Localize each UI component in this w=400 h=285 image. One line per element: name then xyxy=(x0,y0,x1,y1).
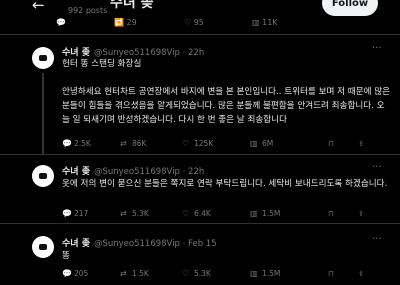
share-icon[interactable]: ⇪ xyxy=(358,209,364,218)
heart-icon: ♡ xyxy=(182,269,190,278)
views-button[interactable]: ▥ 1.5M xyxy=(250,209,280,218)
tweet-actions: 💬 2.5K ⇄ 86K ♡ 125K ▥ 6M ⊓ ⇪ xyxy=(62,139,392,151)
avatar[interactable] xyxy=(32,165,54,187)
share-icon[interactable]: ⇪ xyxy=(358,269,364,278)
bookmark-icon[interactable]: ⊓ xyxy=(328,139,334,148)
reply-icon: 💬 xyxy=(62,269,72,278)
profile-header: ← 수녀 좆 992 posts Follow 💬 🔁 29 ♡ 95 ▥ 11… xyxy=(0,0,400,35)
views-icon: ▥ xyxy=(250,139,258,148)
views-button[interactable]: ▥ 6M xyxy=(250,139,273,148)
tweet[interactable]: 수녀 좆 @Sunyeo511698Vip · 22h ··· 헌터 똥 스탠딩 … xyxy=(0,35,400,155)
retweet-icon[interactable]: 🔁 29 xyxy=(114,18,137,27)
more-icon[interactable]: ··· xyxy=(372,234,382,245)
views-icon[interactable]: ▥ 11K xyxy=(252,18,278,27)
reply-button[interactable]: 💬 2.5K xyxy=(62,139,91,148)
like-button[interactable]: ♡ 5.3K xyxy=(182,269,211,278)
views-button[interactable]: ▥ 1.5M xyxy=(250,269,280,278)
retweet-icon: ⇄ xyxy=(120,269,127,278)
tweet-actions: 💬 217 ⇄ 5.3K ♡ 6.4K ▥ 1.5M ⊓ ⇪ xyxy=(62,209,392,221)
views-icon: ▥ xyxy=(250,209,258,218)
like-button[interactable]: ♡ 125K xyxy=(182,139,213,148)
post-count: 992 posts xyxy=(68,6,108,15)
retweet-icon: ⇄ xyxy=(120,209,127,218)
more-icon[interactable]: ··· xyxy=(372,162,382,173)
more-icon[interactable]: ··· xyxy=(372,43,382,54)
follow-button[interactable]: Follow xyxy=(322,0,378,16)
tweet-meta: 수녀 좆 @Sunyeo511698Vip · 22h xyxy=(62,164,204,177)
tweet-meta: 수녀 좆 @Sunyeo511698Vip · Feb 15 xyxy=(62,236,217,249)
reply-icon: 💬 xyxy=(62,209,72,218)
back-arrow-icon[interactable]: ← xyxy=(32,0,45,14)
author-handle[interactable]: @Sunyeo511698Vip · 22h xyxy=(94,167,204,177)
tweet[interactable]: 수녀 좆 @Sunyeo511698Vip · 22h ··· 옷에 저의 변이 … xyxy=(0,155,400,224)
bookmark-icon[interactable]: ⊓ xyxy=(328,269,334,278)
reply-icon: 💬 xyxy=(62,139,72,148)
share-icon[interactable]: ⇪ xyxy=(358,139,364,148)
bookmark-icon[interactable]: ⊓ xyxy=(328,209,334,218)
tweet-text: 옷에 저의 변이 묻으신 분들은 쪽지로 연락 부탁드립니다. 세탁비 보내드리… xyxy=(62,179,388,189)
author-name[interactable]: 수녀 좆 xyxy=(62,239,90,249)
tweet-text: 헌터 똥 스탠딩 화장실 안녕하세요 헌터차트 공연장에서 바지에 변을 본 본… xyxy=(62,59,391,125)
like-button[interactable]: ♡ 6.4K xyxy=(182,209,211,218)
author-handle[interactable]: @Sunyeo511698Vip · Feb 15 xyxy=(94,239,217,249)
retweet-button[interactable]: ⇄ 86K xyxy=(120,139,146,148)
tweet[interactable]: 수녀 좆 @Sunyeo511698Vip · Feb 15 ··· 똥 💬 205… xyxy=(0,224,400,285)
reply-button[interactable]: 💬 217 xyxy=(62,209,88,218)
avatar[interactable] xyxy=(32,236,54,258)
thread-line xyxy=(42,73,44,154)
tweet-actions: 💬 205 ⇄ 1.5K ♡ 5.3K ▥ 1.5M ⊓ ⇪ xyxy=(62,269,392,281)
header-title: 수녀 좆 xyxy=(110,0,154,11)
retweet-icon: ⇄ xyxy=(120,139,127,148)
tweet-text: 똥 xyxy=(62,251,70,261)
reply-icon[interactable]: 💬 xyxy=(56,18,66,27)
like-icon[interactable]: ♡ 95 xyxy=(184,18,204,27)
heart-icon: ♡ xyxy=(182,209,190,218)
retweet-button[interactable]: ⇄ 5.3K xyxy=(120,209,149,218)
reply-button[interactable]: 💬 205 xyxy=(62,269,88,278)
retweet-button[interactable]: ⇄ 1.5K xyxy=(120,269,149,278)
views-icon: ▥ xyxy=(250,269,258,278)
avatar[interactable] xyxy=(32,47,54,69)
author-name[interactable]: 수녀 좆 xyxy=(62,167,90,177)
heart-icon: ♡ xyxy=(182,139,190,148)
